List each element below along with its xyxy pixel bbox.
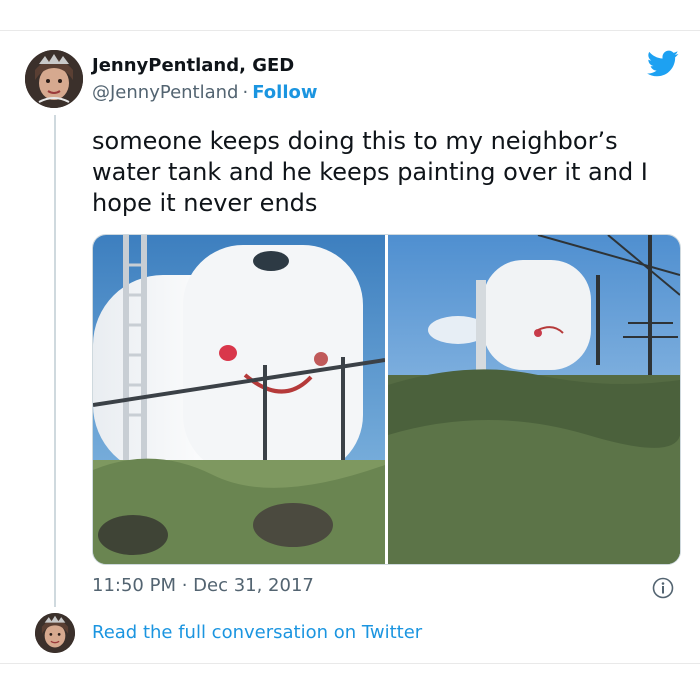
author-handle[interactable]: @JennyPentland: [92, 82, 238, 103]
author-avatar[interactable]: [25, 50, 83, 108]
tweet-timestamp[interactable]: 11:50 PM · Dec 31, 2017: [92, 575, 314, 596]
author-handle-row: @JennyPentland · Follow: [92, 82, 318, 103]
info-icon[interactable]: [652, 577, 674, 599]
read-full-conversation-link[interactable]: Read the full conversation on Twitter: [92, 622, 422, 643]
avatar-small-image: [35, 613, 75, 653]
tweet-photo-left[interactable]: [93, 235, 385, 564]
author-display-name[interactable]: JennyPentland, GED: [92, 55, 294, 76]
follow-link[interactable]: Follow: [252, 82, 317, 103]
tweet-photo-right[interactable]: [388, 235, 680, 564]
twitter-bird-icon[interactable]: [647, 50, 679, 78]
avatar-image: [25, 50, 83, 108]
author-avatar-small[interactable]: [35, 613, 75, 653]
separator-dot: ·: [242, 82, 249, 103]
thread-connector-line: [54, 115, 56, 607]
tweet-text: someone keeps doing this to my neighbor’…: [92, 127, 648, 217]
tweet-media-grid[interactable]: [92, 234, 681, 565]
